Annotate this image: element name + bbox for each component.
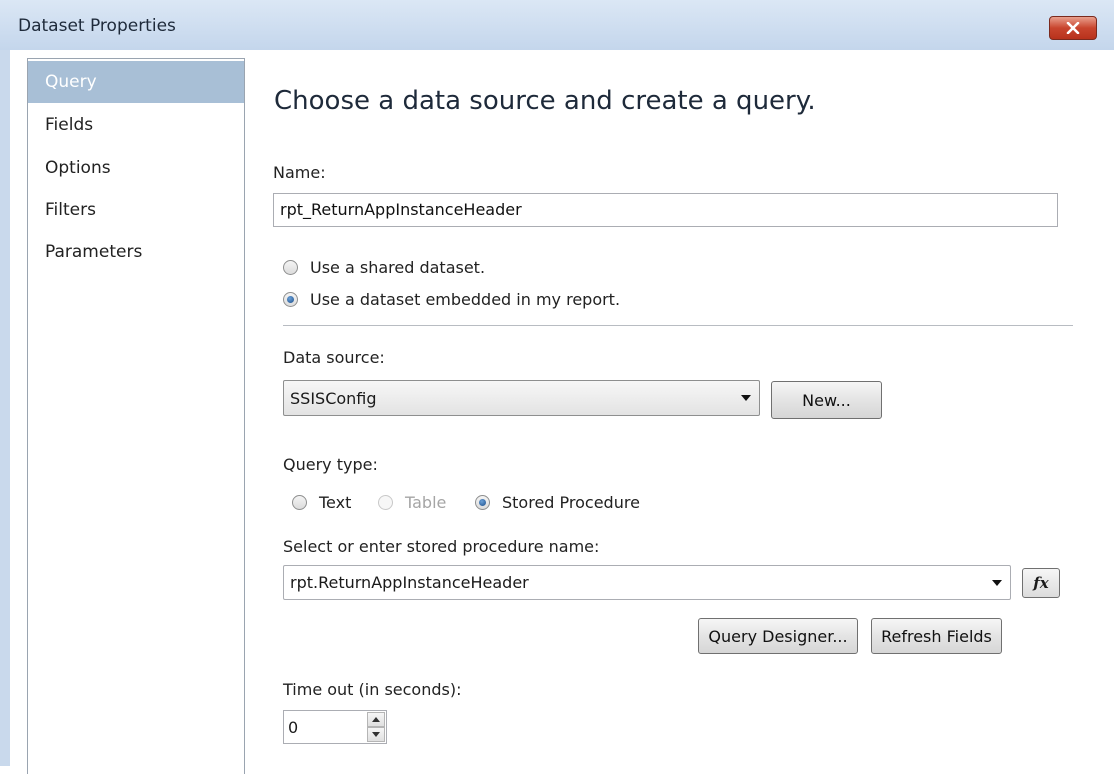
embedded-dataset-radio[interactable]: [283, 292, 298, 307]
timeout-value: 0: [288, 718, 299, 737]
query-type-table-label: Table: [405, 493, 447, 512]
expression-button[interactable]: fx: [1022, 568, 1060, 598]
query-type-text-radio[interactable]: [292, 495, 307, 510]
name-label: Name:: [273, 163, 326, 182]
stored-procedure-label: Select or enter stored procedure name:: [283, 537, 600, 556]
query-designer-button[interactable]: Query Designer...: [698, 618, 858, 654]
dialog-window: Dataset Properties Query Fields Options …: [0, 0, 1114, 774]
data-source-dropdown[interactable]: SSISConfig: [283, 380, 760, 416]
shared-dataset-label: Use a shared dataset.: [310, 258, 486, 277]
chevron-down-icon: [992, 580, 1002, 586]
query-type-table-radio: [378, 495, 393, 510]
query-type-text-label: Text: [319, 493, 352, 512]
dialog-client: Query Fields Options Filters Parameters …: [10, 50, 1114, 774]
embedded-dataset-label: Use a dataset embedded in my report.: [310, 290, 621, 309]
shared-dataset-radio[interactable]: [283, 260, 298, 275]
stored-procedure-value: rpt.ReturnAppInstanceHeader: [290, 573, 529, 592]
section-divider: [283, 325, 1073, 326]
close-icon: [1066, 22, 1080, 34]
shared-dataset-option[interactable]: Use a shared dataset.: [283, 258, 485, 277]
arrow-down-icon: [372, 732, 380, 737]
query-type-label: Query type:: [283, 455, 378, 474]
new-data-source-button[interactable]: New...: [771, 381, 882, 419]
query-type-stored-procedure-label: Stored Procedure: [502, 493, 640, 512]
arrow-up-icon: [372, 717, 380, 722]
query-type-table-option: Table: [378, 493, 446, 512]
name-input[interactable]: rpt_ReturnAppInstanceHeader: [273, 193, 1058, 227]
refresh-fields-button[interactable]: Refresh Fields: [871, 618, 1002, 654]
timeout-stepper[interactable]: 0: [283, 710, 387, 744]
chevron-down-icon: [741, 395, 751, 401]
spin-down-button[interactable]: [367, 727, 385, 742]
query-type-stored-procedure-radio[interactable]: [475, 495, 490, 510]
query-panel: Choose a data source and create a query.…: [10, 50, 1114, 766]
close-button[interactable]: [1049, 16, 1097, 40]
data-source-value: SSISConfig: [290, 388, 377, 408]
title-bar[interactable]: Dataset Properties: [0, 0, 1114, 50]
fx-icon: fx: [1033, 574, 1049, 592]
page-heading: Choose a data source and create a query.: [274, 86, 816, 116]
query-type-stored-procedure-option[interactable]: Stored Procedure: [475, 493, 640, 512]
spin-up-button[interactable]: [367, 712, 385, 727]
timeout-label: Time out (in seconds):: [283, 680, 462, 699]
data-source-label: Data source:: [283, 348, 385, 367]
window-title: Dataset Properties: [18, 16, 176, 36]
embedded-dataset-option[interactable]: Use a dataset embedded in my report.: [283, 290, 620, 309]
stored-procedure-combo[interactable]: rpt.ReturnAppInstanceHeader: [283, 565, 1011, 600]
query-type-text-option[interactable]: Text: [292, 493, 351, 512]
